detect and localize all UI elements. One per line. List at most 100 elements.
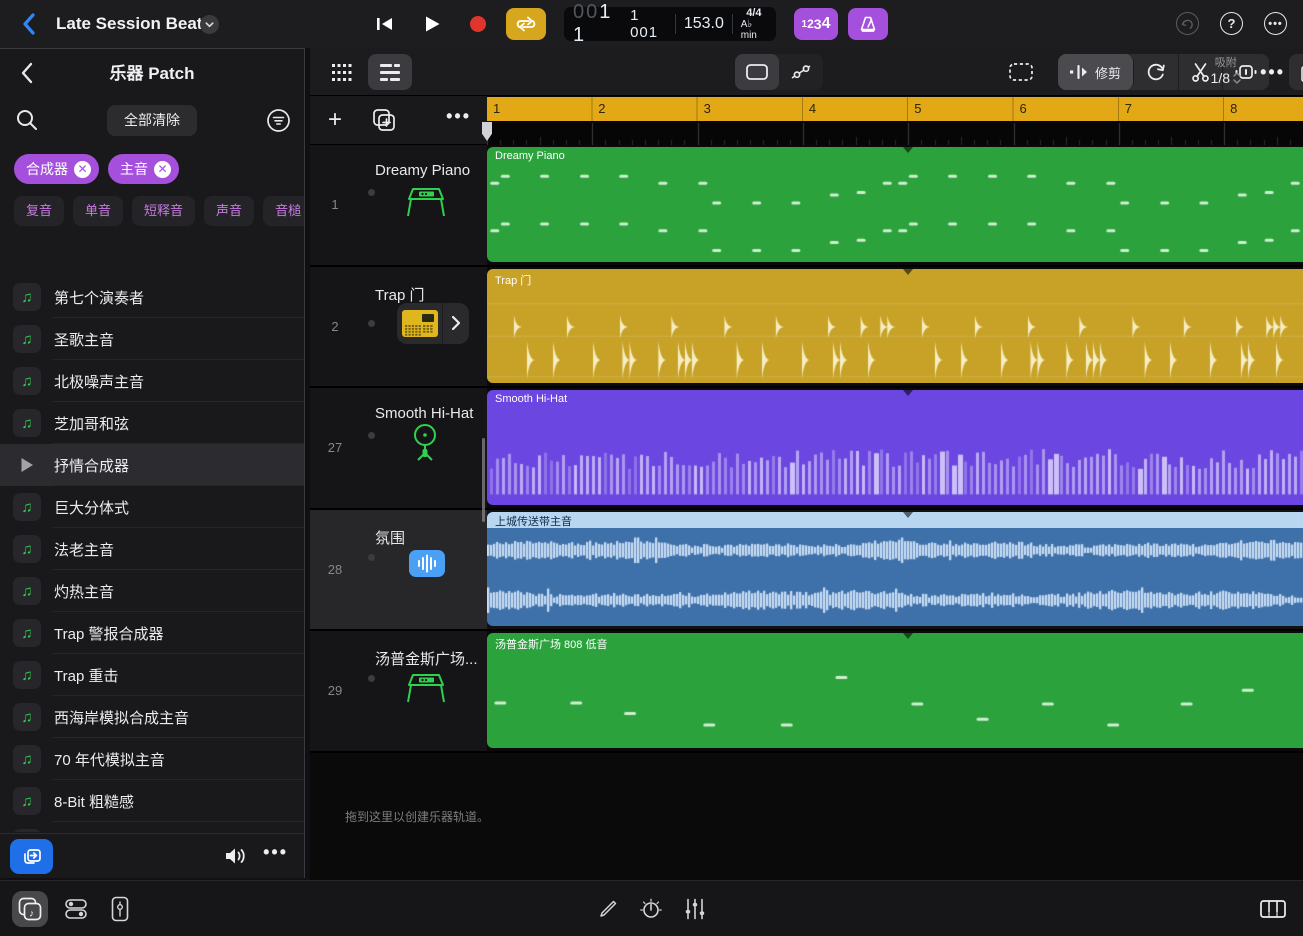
remove-filter-icon[interactable]: ✕ xyxy=(154,160,171,178)
track-header[interactable]: 29 汤普金斯广场... xyxy=(310,631,487,753)
panel-title: 乐器 Patch xyxy=(109,64,195,83)
pencil-edit-icon[interactable] xyxy=(590,891,626,927)
category-chips: 复音单音短释音声音音槌铃铛锯齿 xyxy=(0,192,304,235)
trim-tool[interactable]: 修剪 xyxy=(1058,54,1135,90)
cycle-icon[interactable] xyxy=(506,8,546,40)
track-lane[interactable]: Smooth Hi-Hat xyxy=(487,388,1303,510)
remove-filter-icon[interactable]: ✕ xyxy=(74,160,91,178)
mixer-faders-icon[interactable] xyxy=(677,891,713,927)
patch-item[interactable]: ♫ 第七个演奏者 xyxy=(0,276,304,318)
play-icon[interactable] xyxy=(414,8,450,40)
plugins-icon[interactable] xyxy=(102,891,138,927)
back-icon[interactable] xyxy=(18,12,42,36)
lcd-position-minor: 1 001 xyxy=(630,7,659,41)
region[interactable]: Dreamy Piano xyxy=(487,147,1303,262)
project-menu-chevron-icon[interactable] xyxy=(200,15,219,34)
smart-controls-icon[interactable] xyxy=(58,891,94,927)
track-lane[interactable]: 汤普金斯广场 808 低音 xyxy=(487,631,1303,753)
patch-item[interactable]: ♫ 法老主音 xyxy=(0,528,304,570)
track-instrument-control[interactable] xyxy=(397,302,469,344)
track-lane[interactable]: Trap 门 xyxy=(487,266,1303,388)
region[interactable]: 汤普金斯广场 808 低音 xyxy=(487,633,1303,748)
region[interactable]: Trap 门 xyxy=(487,268,1303,383)
category-chip[interactable]: 复音 xyxy=(14,196,65,226)
patch-item[interactable]: ♫ Trap 警报合成器 xyxy=(0,612,304,654)
browser-icon[interactable]: ♪ xyxy=(12,891,48,927)
marquee-tool-icon[interactable] xyxy=(999,54,1043,90)
regions-mode-icon[interactable] xyxy=(735,54,779,90)
filter-chip[interactable]: 主音 ✕ xyxy=(108,154,179,184)
piano-icon[interactable] xyxy=(405,185,447,219)
patch-item[interactable]: ♫ 巨大分体式 xyxy=(0,486,304,528)
hihat-icon[interactable] xyxy=(405,422,445,462)
track-header[interactable]: 2 Trap 门 xyxy=(310,266,487,388)
patch-item[interactable]: ♫ 芝加哥和弦 xyxy=(0,402,304,444)
bar-number: 8 xyxy=(1230,101,1238,116)
track-header[interactable]: 27 Smooth Hi-Hat xyxy=(310,388,487,510)
panel-more-icon[interactable]: ••• xyxy=(263,842,288,863)
filter-icon[interactable] xyxy=(266,108,291,133)
patch-item[interactable]: ♫ Trap 重击 xyxy=(0,654,304,696)
bar-number: 7 xyxy=(1124,101,1133,116)
grid-view-icon[interactable] xyxy=(320,54,364,90)
track-number: 28 xyxy=(327,561,343,577)
filter-chip[interactable]: 合成器 ✕ xyxy=(14,154,99,184)
patch-preview-play-icon[interactable] xyxy=(13,457,41,473)
track-header[interactable]: 28 氛围 xyxy=(310,509,487,631)
patch-item[interactable]: ♫ 70 年代模拟主音 xyxy=(0,738,304,780)
duplicate-track-icon[interactable] xyxy=(372,108,396,132)
track-name: Trap 门 xyxy=(375,286,425,304)
load-patch-button[interactable] xyxy=(10,839,53,874)
toolbar-more-icon[interactable]: ••• xyxy=(1260,62,1285,83)
track-lane[interactable]: Dreamy Piano xyxy=(487,145,1303,267)
rewind-icon[interactable] xyxy=(368,8,404,40)
track-scrollbar[interactable] xyxy=(482,438,485,522)
category-chip[interactable]: 单音 xyxy=(73,196,124,226)
lcd-display[interactable]: 001 1 1 001 153.0 4/4 A♭ min xyxy=(564,1,776,46)
patch-name: 西海岸模拟合成主音 xyxy=(54,709,190,727)
search-icon[interactable] xyxy=(15,108,39,132)
top-right-actions: ? ••• xyxy=(1176,12,1287,35)
patch-item[interactable]: ♫ 北极噪声主音 xyxy=(0,360,304,402)
track-expand-chevron-icon[interactable] xyxy=(443,303,469,344)
drumpad-icon[interactable] xyxy=(397,303,442,344)
track-header[interactable]: 1 Dreamy Piano xyxy=(310,145,487,267)
panel-back-icon[interactable] xyxy=(20,62,33,84)
patch-item[interactable]: ♫ 灼热主音 xyxy=(0,570,304,612)
category-chip[interactable]: 声音 xyxy=(204,196,255,226)
automation-mode-icon[interactable] xyxy=(779,54,823,90)
region[interactable]: 上城传送带主音 xyxy=(487,511,1303,626)
category-chip[interactable]: 短释音 xyxy=(132,196,196,226)
category-chip[interactable]: 音槌 xyxy=(263,196,304,226)
region-header[interactable]: 上城传送带主音 xyxy=(487,511,1303,528)
copy-paste-icon[interactable] xyxy=(1289,54,1303,90)
add-track-icon[interactable]: + xyxy=(328,106,342,134)
undo-icon[interactable] xyxy=(1176,12,1199,35)
clear-all-button[interactable]: 全部清除 xyxy=(107,105,197,136)
region-loop-marker xyxy=(903,633,914,639)
metronome-icon[interactable] xyxy=(848,8,888,40)
tracks-view-icon[interactable] xyxy=(368,54,412,90)
track-header-more-icon[interactable]: ••• xyxy=(446,106,471,127)
patch-item[interactable]: ♫ 8-Bit 粗糙感 xyxy=(0,780,304,822)
snap-control[interactable]: 吸附 1/8 xyxy=(1211,54,1241,86)
record-icon[interactable] xyxy=(460,8,496,40)
preview-volume-icon[interactable] xyxy=(223,845,249,867)
track-lane[interactable]: 上城传送带主音 xyxy=(487,509,1303,631)
more-icon[interactable]: ••• xyxy=(1264,12,1287,35)
patch-item[interactable]: ♫ 圣歌主音 xyxy=(0,318,304,360)
help-icon[interactable]: ? xyxy=(1220,12,1243,35)
patch-item[interactable]: ♫ 西海岸模拟合成主音 xyxy=(0,696,304,738)
patch-item[interactable]: ♫简约时光 xyxy=(0,822,304,832)
loop-tool-icon[interactable] xyxy=(1134,54,1180,90)
piano-icon[interactable] xyxy=(405,671,447,705)
patch-item[interactable]: 抒情合成器 xyxy=(0,444,304,486)
region-label: Trap 门 xyxy=(495,274,532,287)
count-in-button[interactable]: 1234 xyxy=(794,8,838,40)
cycle-range-bar[interactable]: 1 2 3 4 5 6 7 8 xyxy=(487,97,1303,121)
ruler[interactable]: 1 2 3 4 5 6 7 8 xyxy=(487,96,1303,145)
region[interactable]: Smooth Hi-Hat xyxy=(487,390,1303,505)
tuning-dial-icon[interactable] xyxy=(633,891,669,927)
keyboard-icon[interactable] xyxy=(1255,891,1291,927)
audio-icon[interactable] xyxy=(409,549,445,577)
